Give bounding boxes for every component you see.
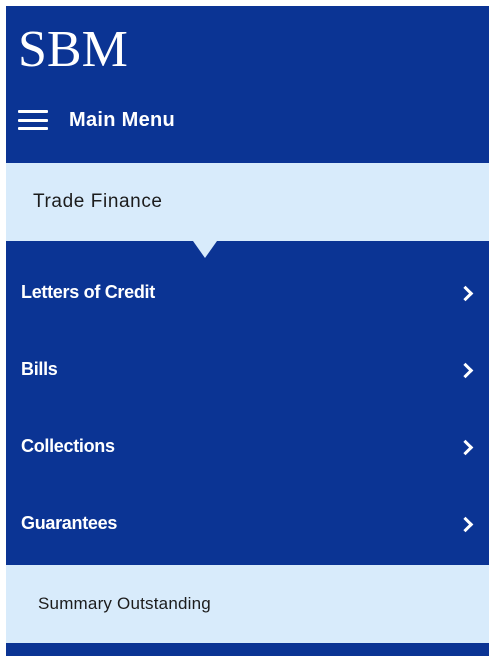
menu-item-collections[interactable]: Collections: [6, 409, 489, 486]
menu-item-label: Letters of Credit: [21, 282, 155, 302]
menu-item-label: Collections: [21, 436, 115, 456]
page: SBM Main Menu Trade Finance Letters of C…: [0, 0, 489, 656]
menu-item-bills[interactable]: Bills: [6, 332, 489, 409]
main-menu-label: Main Menu: [69, 108, 176, 131]
menu-item-label: Guarantees: [21, 513, 118, 533]
summary-item-label: Summary Outstanding: [38, 594, 211, 613]
chevron-right-icon: [457, 516, 474, 532]
sidebar-header: SBM Main Menu: [6, 6, 489, 163]
sidebar-menu: SBM Main Menu Trade Finance Letters of C…: [6, 6, 489, 656]
chevron-right-icon: [457, 362, 474, 378]
menu-item-label: Bills: [21, 359, 58, 379]
chevron-right-icon: [457, 285, 474, 301]
section-trade-finance[interactable]: Trade Finance: [6, 163, 489, 241]
menu-item-summary-outstanding[interactable]: Summary Outstanding: [6, 565, 489, 643]
chevron-right-icon: [457, 439, 474, 455]
main-menu-button[interactable]: Main Menu: [18, 102, 175, 138]
menu-item-guarantees[interactable]: Guarantees: [6, 486, 489, 563]
sbm-logo: SBM: [18, 21, 128, 78]
hamburger-icon: [18, 110, 48, 130]
menu-list: Letters of Credit Bills Collections Guar…: [6, 255, 489, 563]
menu-item-letters-of-credit[interactable]: Letters of Credit: [6, 255, 489, 332]
section-title: Trade Finance: [33, 191, 163, 212]
